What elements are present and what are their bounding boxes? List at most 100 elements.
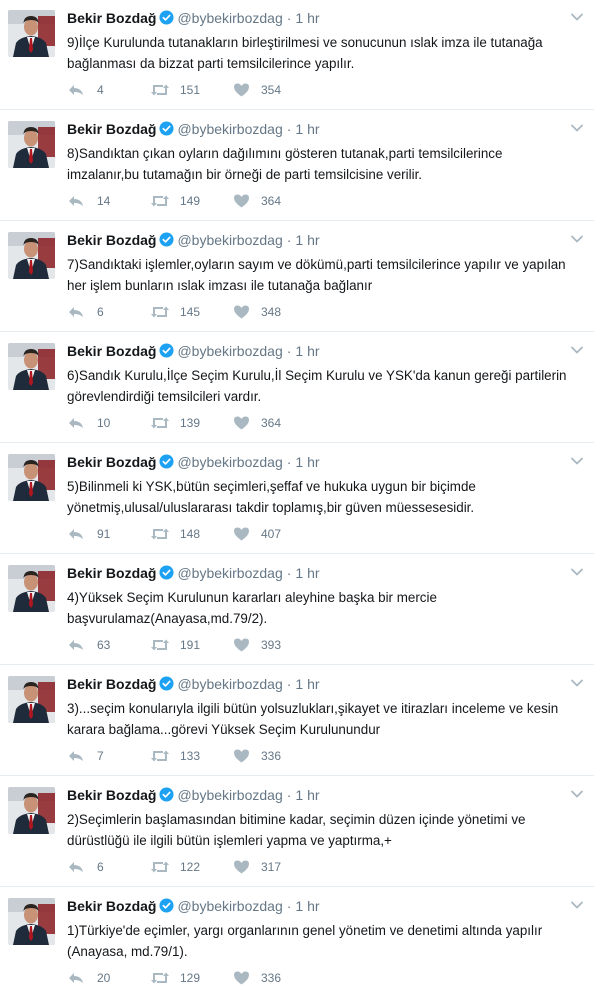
tweet[interactable]: Bekir Bozdağ @bybekirbozdag · 1 hr 6)Sandık… (0, 333, 594, 443)
avatar[interactable] (8, 898, 55, 945)
tweet[interactable]: Bekir Bozdağ @bybekirbozdag · 1 hr 7)Sandık… (0, 222, 594, 332)
tweet-text: 7)Sandıktaki işlemler,oyların sayım ve d… (67, 257, 566, 293)
retweet-count: 145 (180, 305, 201, 319)
tweet-timestamp[interactable]: 1 hr (295, 343, 319, 359)
author-name[interactable]: Bekir Bozdağ (67, 787, 156, 803)
heart-icon (234, 194, 249, 208)
reply-icon (69, 529, 83, 539)
chevron-down-icon[interactable] (570, 900, 584, 910)
heart-icon (234, 860, 249, 874)
tweet-timestamp[interactable]: 1 hr (295, 676, 319, 692)
separator-dot: · (286, 10, 292, 26)
tweet-timestamp[interactable]: 1 hr (295, 787, 319, 803)
tweet-header: Bekir Bozdağ @bybekirbozdag · 1 hr (67, 230, 320, 250)
author-handle[interactable]: @bybekirbozdag (177, 787, 282, 803)
tweet[interactable]: Bekir Bozdağ @bybekirbozdag · 1 hr 9)İlçe K… (0, 0, 594, 110)
like-count: 336 (261, 749, 282, 763)
tweet-timestamp[interactable]: 1 hr (295, 898, 319, 914)
retweet-icon (151, 972, 169, 984)
avatar[interactable] (8, 343, 55, 390)
tweet[interactable]: Bekir Bozdağ @bybekirbozdag · 1 hr 8)Sandık… (0, 111, 594, 221)
author-name[interactable]: Bekir Bozdağ (67, 343, 156, 359)
retweet-icon (151, 195, 169, 207)
chevron-down-icon[interactable] (570, 567, 584, 577)
reply-icon (69, 85, 83, 95)
like-count: 317 (261, 860, 282, 874)
tweet-timestamp[interactable]: 1 hr (295, 121, 319, 137)
verified-badge-icon (159, 121, 174, 136)
retweet-count: 133 (180, 749, 201, 763)
reply-count: 63 (97, 638, 111, 652)
chevron-down-icon[interactable] (570, 12, 584, 22)
tweet-text: 4)Yüksek Seçim Kurulunun kararları aleyh… (67, 590, 437, 626)
chevron-down-icon[interactable] (570, 456, 584, 466)
author-handle[interactable]: @bybekirbozdag (177, 676, 282, 692)
tweet-header: Bekir Bozdağ @bybekirbozdag · 1 hr (67, 674, 320, 694)
avatar[interactable] (8, 787, 55, 834)
tweet[interactable]: Bekir Bozdağ @bybekirbozdag · 1 hr 4)Yüksek… (0, 555, 594, 665)
author-name[interactable]: Bekir Bozdağ (67, 10, 156, 26)
author-handle[interactable]: @bybekirbozdag (177, 898, 282, 914)
retweet-icon (151, 417, 169, 429)
tweet-timestamp[interactable]: 1 hr (295, 10, 319, 26)
tweet-timeline: Bekir Bozdağ @bybekirbozdag · 1 hr 9)İlçe K… (0, 0, 594, 999)
tweet[interactable]: Bekir Bozdağ @bybekirbozdag · 1 hr 1)Türkiy… (0, 888, 594, 998)
tweet-header: Bekir Bozdağ @bybekirbozdag · 1 hr (67, 452, 320, 472)
tweet-timestamp[interactable]: 1 hr (295, 565, 319, 581)
author-name[interactable]: Bekir Bozdağ (67, 232, 156, 248)
author-handle[interactable]: @bybekirbozdag (177, 232, 282, 248)
verified-badge-icon (159, 10, 174, 25)
author-handle[interactable]: @bybekirbozdag (177, 454, 282, 470)
retweet-count: 129 (180, 971, 201, 985)
verified-badge-icon (159, 787, 174, 802)
avatar[interactable] (8, 10, 55, 57)
chevron-down-icon[interactable] (570, 123, 584, 133)
separator-dot: · (286, 232, 292, 248)
retweet-icon (151, 528, 169, 540)
author-handle[interactable]: @bybekirbozdag (177, 565, 282, 581)
tweet-timestamp[interactable]: 1 hr (295, 454, 319, 470)
retweet-icon (151, 306, 169, 318)
avatar[interactable] (8, 121, 55, 168)
retweet-icon (151, 84, 169, 96)
author-handle[interactable]: @bybekirbozdag (177, 343, 282, 359)
avatar[interactable] (8, 454, 55, 501)
chevron-down-icon[interactable] (570, 234, 584, 244)
tweet-text: 8)Sandıktan çıkan oyların dağılımını gös… (67, 146, 503, 182)
tweet[interactable]: Bekir Bozdağ @bybekirbozdag · 1 hr 5)Bilinm… (0, 444, 594, 554)
like-count: 393 (261, 638, 282, 652)
author-name[interactable]: Bekir Bozdağ (67, 676, 156, 692)
separator-dot: · (286, 676, 292, 692)
tweet-text: 9)İlçe Kurulunda tutanakların birleştiri… (67, 35, 543, 71)
tweet-header: Bekir Bozdağ @bybekirbozdag · 1 hr (67, 785, 320, 805)
tweet[interactable]: Bekir Bozdağ @bybekirbozdag · 1 hr 2)Seçiml… (0, 777, 594, 887)
author-name[interactable]: Bekir Bozdağ (67, 454, 156, 470)
tweet[interactable]: Bekir Bozdağ @bybekirbozdag · 1 hr 3)...seç… (0, 666, 594, 776)
avatar[interactable] (8, 676, 55, 723)
chevron-down-icon[interactable] (570, 678, 584, 688)
author-name[interactable]: Bekir Bozdağ (67, 898, 156, 914)
author-handle[interactable]: @bybekirbozdag (177, 10, 282, 26)
reply-count: 4 (97, 83, 104, 97)
reply-icon (69, 862, 83, 872)
reply-count: 20 (97, 971, 111, 985)
tweet-header: Bekir Bozdağ @bybekirbozdag · 1 hr (67, 119, 320, 139)
retweet-count: 148 (180, 527, 201, 541)
reply-icon (69, 640, 83, 650)
avatar[interactable] (8, 232, 55, 279)
chevron-down-icon[interactable] (570, 345, 584, 355)
avatar[interactable] (8, 565, 55, 612)
separator-dot: · (286, 787, 292, 803)
separator-dot: · (286, 343, 292, 359)
retweet-count: 122 (180, 860, 201, 874)
tweet-text: 2)Seçimlerin başlamasından bitimine kada… (67, 812, 526, 848)
like-count: 364 (261, 194, 282, 208)
separator-dot: · (286, 121, 292, 137)
tweet-timestamp[interactable]: 1 hr (295, 232, 319, 248)
author-name[interactable]: Bekir Bozdağ (67, 121, 156, 137)
chevron-down-icon[interactable] (570, 789, 584, 799)
author-name[interactable]: Bekir Bozdağ (67, 565, 156, 581)
reply-icon (69, 196, 83, 206)
reply-icon (69, 751, 83, 761)
author-handle[interactable]: @bybekirbozdag (177, 121, 282, 137)
